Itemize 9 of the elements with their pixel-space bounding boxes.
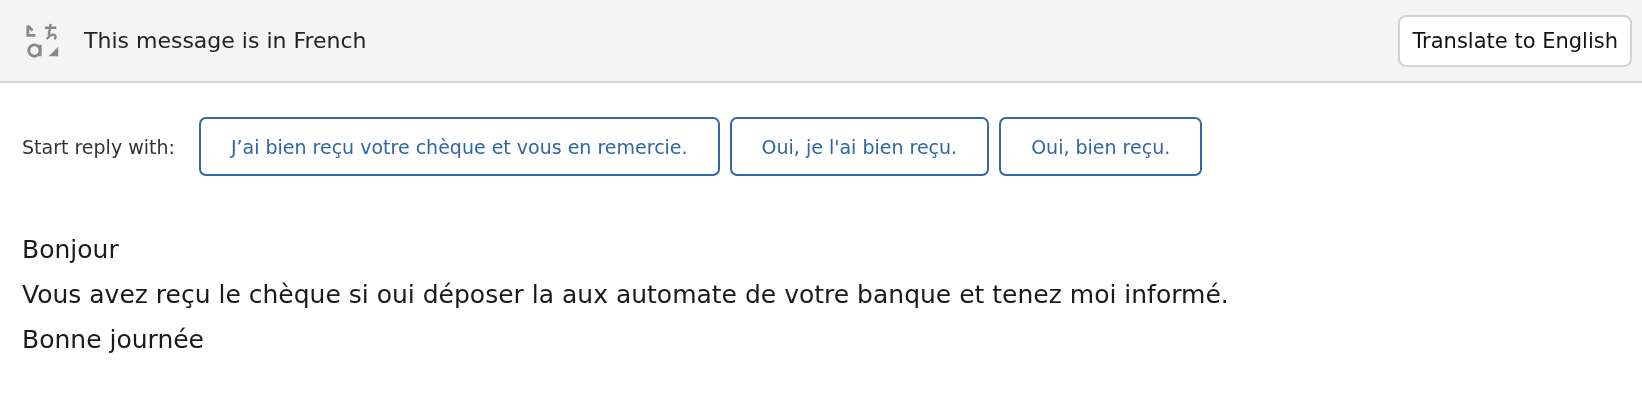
reply-prompt: Start reply with: [22, 135, 175, 158]
suggested-reply-button[interactable]: Oui, je l'ai bien reçu. [729, 117, 990, 176]
message-line: Bonjour [22, 234, 120, 266]
translate-button[interactable]: Translate to English [1398, 14, 1632, 67]
message-line: Vous avez reçu le chèque si oui déposer la aux automate de votre banque et tenez moi informé. [22, 279, 1230, 311]
message-line: Bonne journée [22, 324, 205, 356]
suggested-reply-button[interactable]: Oui, bien reçu. [999, 117, 1203, 176]
language-notice: This message is in French [84, 28, 368, 53]
suggested-reply-button[interactable]: J’ai bien reçu votre chèque et vous en remercie. [198, 117, 720, 176]
